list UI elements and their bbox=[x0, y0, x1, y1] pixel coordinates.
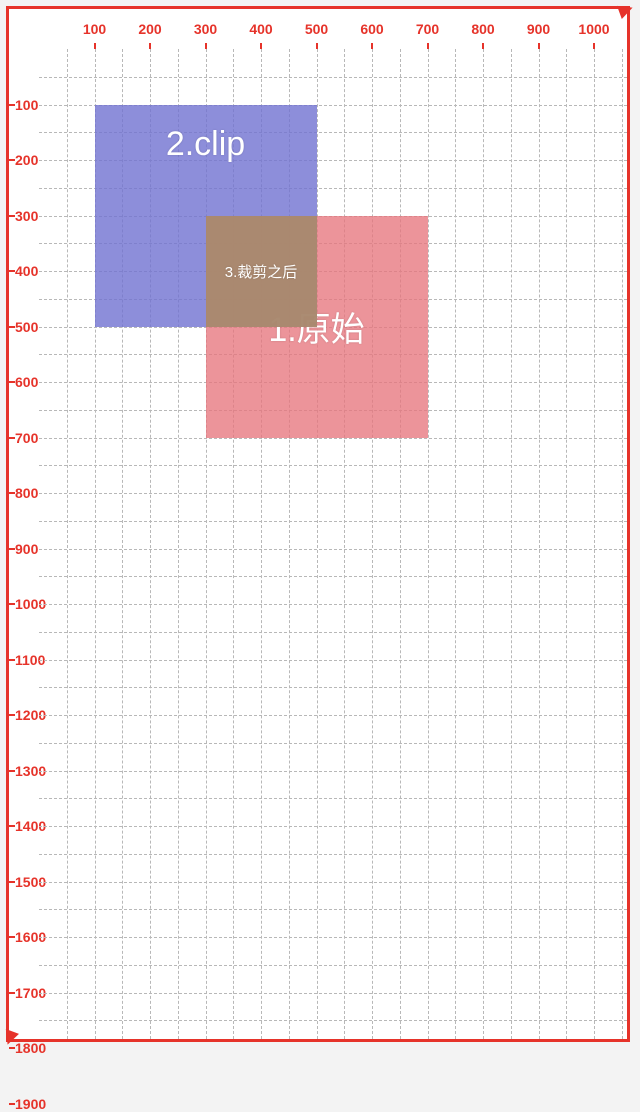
grid-v bbox=[455, 49, 456, 1039]
grid-h bbox=[39, 965, 627, 966]
ruler-y-tick: 600 bbox=[15, 374, 38, 390]
grid-h bbox=[39, 632, 627, 633]
ruler-y-mark bbox=[9, 992, 15, 994]
grid-h bbox=[39, 687, 627, 688]
grid-h bbox=[39, 576, 627, 577]
grid-v bbox=[539, 49, 540, 1039]
ruler-y-tick: 400 bbox=[15, 263, 38, 279]
ruler-y-mark bbox=[9, 659, 15, 661]
ruler-y-mark bbox=[9, 492, 15, 494]
grid-v bbox=[400, 49, 401, 1039]
ruler-x-tick: 900 bbox=[527, 21, 550, 37]
ruler-y-mark bbox=[9, 159, 15, 161]
grid-v bbox=[428, 49, 429, 1039]
diagram-frame: 100 200 300 400 500 600 700 800 900 1000 100 200 30… bbox=[6, 6, 630, 1042]
grid-h bbox=[39, 882, 627, 883]
ruler-y-mark bbox=[9, 104, 15, 106]
grid-h bbox=[39, 521, 627, 522]
grid-v bbox=[317, 49, 318, 1039]
grid-v bbox=[511, 49, 512, 1039]
grid-v bbox=[372, 49, 373, 1039]
ruler-y-mark bbox=[9, 548, 15, 550]
grid-v bbox=[483, 49, 484, 1039]
ruler-y-mark bbox=[9, 270, 15, 272]
ruler-y-mark bbox=[9, 603, 15, 605]
grid-h bbox=[39, 854, 627, 855]
ruler-x-tick: 800 bbox=[471, 21, 494, 37]
grid-v bbox=[344, 49, 345, 1039]
ruler-y-mark bbox=[9, 215, 15, 217]
ruler-y-mark bbox=[9, 381, 15, 383]
ruler-y-mark bbox=[9, 326, 15, 328]
ruler-y-mark bbox=[9, 1103, 15, 1105]
ruler-x-tick: 200 bbox=[138, 21, 161, 37]
ruler-y: 1002003004005006007008009001000110012001… bbox=[9, 49, 43, 1039]
rect-clip-label: 2.clip bbox=[166, 125, 245, 164]
ruler-x-tick: 600 bbox=[360, 21, 383, 37]
grid-h bbox=[39, 549, 627, 550]
grid-v bbox=[594, 49, 595, 1039]
grid-h bbox=[39, 660, 627, 661]
ruler-y-tick: 700 bbox=[15, 430, 38, 446]
grid-h bbox=[39, 771, 627, 772]
grid-h bbox=[39, 798, 627, 799]
ruler-x-tick: 100 bbox=[83, 21, 106, 37]
ruler-y-mark bbox=[9, 825, 15, 827]
rect-after-label: 3.裁剪之后 bbox=[225, 261, 298, 282]
grid-h bbox=[39, 604, 627, 605]
grid-h bbox=[39, 438, 627, 439]
ruler-x-tick: 1000 bbox=[578, 21, 609, 37]
rect-after: 3.裁剪之后 bbox=[206, 216, 317, 327]
grid-v bbox=[566, 49, 567, 1039]
grid-h bbox=[39, 465, 627, 466]
grid-v bbox=[622, 49, 623, 1039]
ruler-y-mark bbox=[9, 881, 15, 883]
ruler-y-mark bbox=[9, 1047, 15, 1049]
ruler-y-tick: 800 bbox=[15, 485, 38, 501]
ruler-x-tick: 500 bbox=[305, 21, 328, 37]
ruler-y-mark bbox=[9, 714, 15, 716]
grid-v bbox=[67, 49, 68, 1039]
grid-h bbox=[39, 826, 627, 827]
grid-h bbox=[39, 77, 627, 78]
grid-h bbox=[39, 993, 627, 994]
grid-h bbox=[39, 1020, 627, 1021]
ruler-y-tick: 900 bbox=[15, 541, 38, 557]
ruler-x-tick: 400 bbox=[249, 21, 272, 37]
ruler-x: 100 200 300 400 500 600 700 800 900 1000 bbox=[39, 9, 627, 49]
ruler-y-tick: 500 bbox=[15, 319, 38, 335]
grid-h bbox=[39, 493, 627, 494]
ruler-y-tick: 1900 bbox=[15, 1096, 46, 1112]
ruler-x-tick: 300 bbox=[194, 21, 217, 37]
grid-h bbox=[39, 743, 627, 744]
ruler-y-tick: 1800 bbox=[15, 1040, 46, 1056]
ruler-y-mark bbox=[9, 437, 15, 439]
ruler-x-tick: 700 bbox=[416, 21, 439, 37]
grid-h bbox=[39, 937, 627, 938]
grid-h bbox=[39, 715, 627, 716]
ruler-y-mark bbox=[9, 770, 15, 772]
ruler-y-tick: 300 bbox=[15, 208, 38, 224]
ruler-y-mark bbox=[9, 936, 15, 938]
ruler-y-tick: 100 bbox=[15, 97, 38, 113]
ruler-y-tick: 200 bbox=[15, 152, 38, 168]
grid-h bbox=[39, 909, 627, 910]
plot-area: 1.原始 2.clip 3.裁剪之后 bbox=[39, 49, 627, 1039]
